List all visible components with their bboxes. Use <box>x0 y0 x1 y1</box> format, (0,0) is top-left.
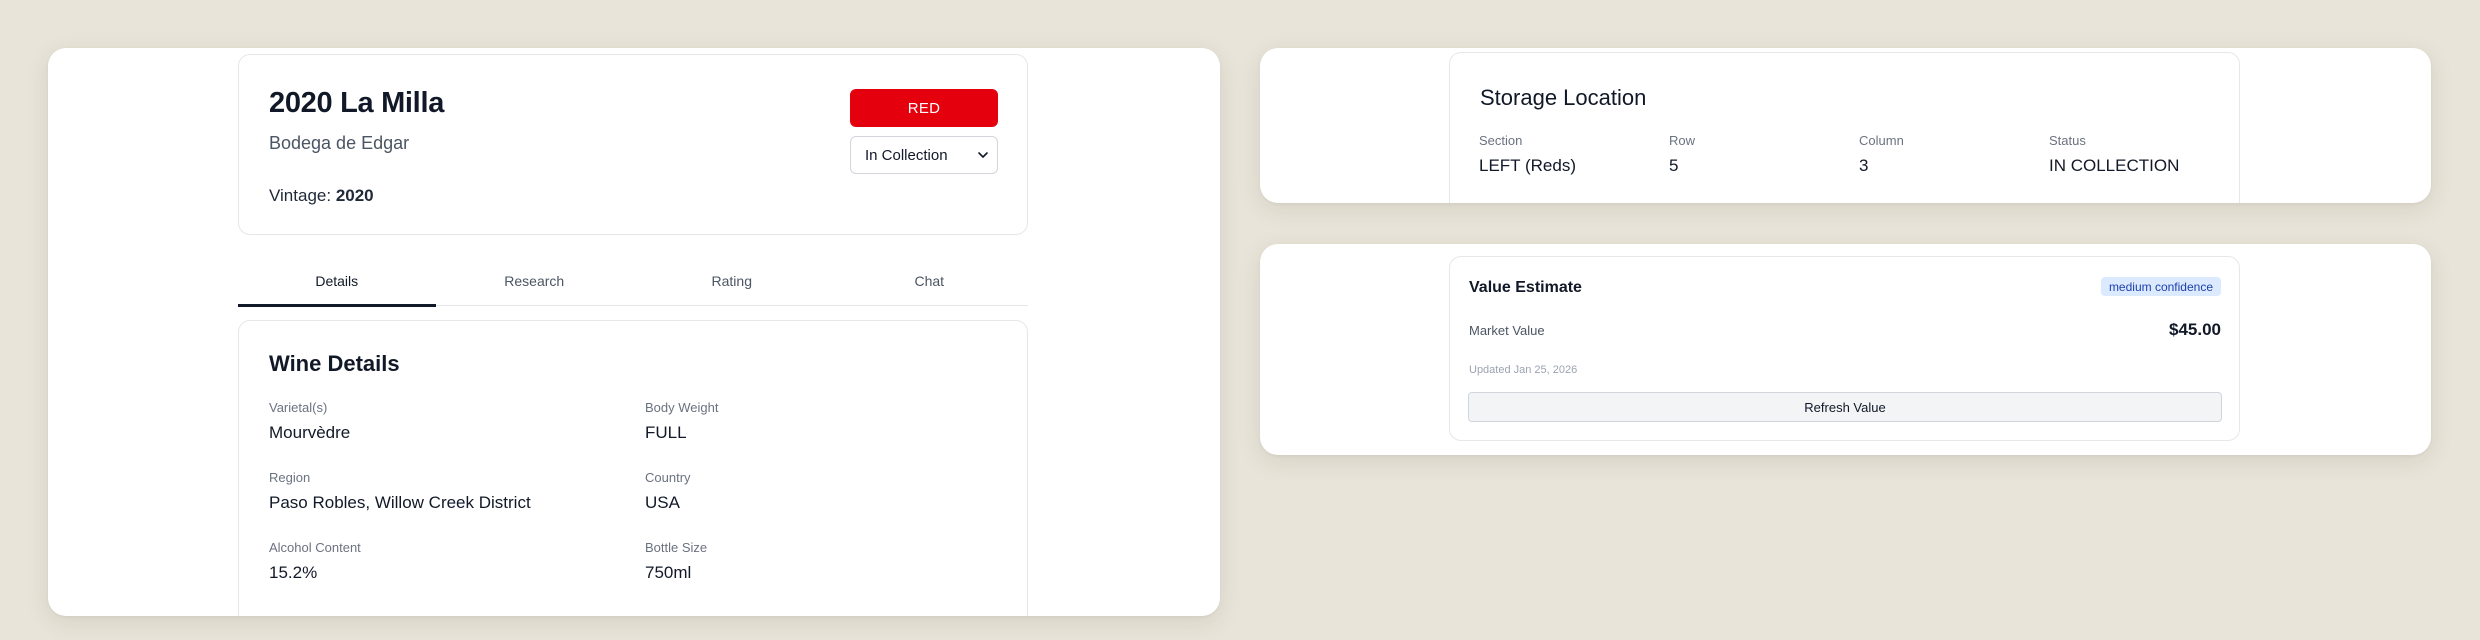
wine-type-badge: RED <box>850 89 998 127</box>
tab-details[interactable]: Details <box>238 256 436 307</box>
wine-detail-panel: 2020 La Milla Bodega de Edgar Vintage: 2… <box>48 48 1220 616</box>
vintage-value: 2020 <box>335 186 374 205</box>
field-label: Column <box>1859 133 1904 148</box>
field-country: Country USA <box>645 470 691 513</box>
field-label: Bottle Size <box>645 540 708 555</box>
wine-producer: Bodega de Edgar <box>269 133 410 153</box>
field-value: Paso Robles, Willow Creek District <box>269 493 531 512</box>
field-value: 750ml <box>645 563 692 582</box>
field-value: 15.2% <box>269 563 318 582</box>
field-label: Section <box>1479 133 1523 148</box>
tab-chat[interactable]: Chat <box>831 256 1029 305</box>
field-label: Row <box>1669 133 1696 148</box>
collection-status-value: In Collection <box>865 146 948 164</box>
tab-bar: Details Research Rating Chat <box>238 256 1029 307</box>
field-label: Status <box>2049 133 2086 148</box>
field-label: Country <box>645 470 691 485</box>
value-estimate-title: Value Estimate <box>1469 279 1582 296</box>
vintage-line: Vintage: 2020 <box>269 186 374 206</box>
storage-column: Column 3 <box>1859 133 1904 176</box>
field-value: USA <box>645 493 680 512</box>
vintage-label: Vintage: <box>269 186 332 205</box>
field-label: Alcohol Content <box>269 540 361 555</box>
wine-details-card: Wine Details Varietal(s) Mourvèdre Body … <box>238 320 1028 616</box>
field-label: Varietal(s) <box>269 400 328 415</box>
tab-research[interactable]: Research <box>436 256 634 305</box>
field-alcohol: Alcohol Content 15.2% <box>269 540 361 583</box>
confidence-badge: medium confidence <box>2100 277 2221 296</box>
value-estimate-card: Value Estimate medium confidence Market … <box>1449 256 2240 441</box>
market-value-label: Market Value <box>1469 323 1545 338</box>
market-value: $45.00 <box>2169 320 2221 339</box>
refresh-value-button[interactable]: Refresh Value <box>1468 392 2222 422</box>
chevron-down-icon <box>978 152 988 158</box>
field-value: LEFT (Reds) <box>1479 156 1576 175</box>
collection-status-select[interactable]: In Collection <box>850 136 998 174</box>
field-value: 5 <box>1669 156 1679 175</box>
value-panel: Value Estimate medium confidence Market … <box>1260 244 2431 455</box>
field-body-weight: Body Weight FULL <box>645 400 718 443</box>
storage-status: Status IN COLLECTION <box>2049 133 2179 176</box>
field-value: Mourvèdre <box>269 423 351 442</box>
field-value: IN COLLECTION <box>2049 156 2180 175</box>
wine-details-title: Wine Details <box>269 351 400 376</box>
storage-location-title: Storage Location <box>1480 85 1647 110</box>
field-value: FULL <box>645 423 687 442</box>
field-value: 3 <box>1859 156 1869 175</box>
storage-location-card: Storage Location Section LEFT (Reds) Row… <box>1449 52 2240 203</box>
wine-title: 2020 La Milla <box>269 87 445 119</box>
updated-timestamp: Updated Jan 25, 2026 <box>1469 364 1578 376</box>
storage-row: Row 5 <box>1669 133 1695 176</box>
wine-header-card: 2020 La Milla Bodega de Edgar Vintage: 2… <box>238 54 1028 235</box>
field-label: Region <box>269 470 311 485</box>
storage-panel: Storage Location Section LEFT (Reds) Row… <box>1260 48 2431 203</box>
tab-rating[interactable]: Rating <box>633 256 831 305</box>
storage-section: Section LEFT (Reds) <box>1479 133 1576 176</box>
field-region: Region Paso Robles, Willow Creek Distric… <box>269 470 531 513</box>
field-label: Body Weight <box>645 400 719 415</box>
field-bottle-size: Bottle Size 750ml <box>645 540 707 583</box>
field-varietals: Varietal(s) Mourvèdre <box>269 400 350 443</box>
